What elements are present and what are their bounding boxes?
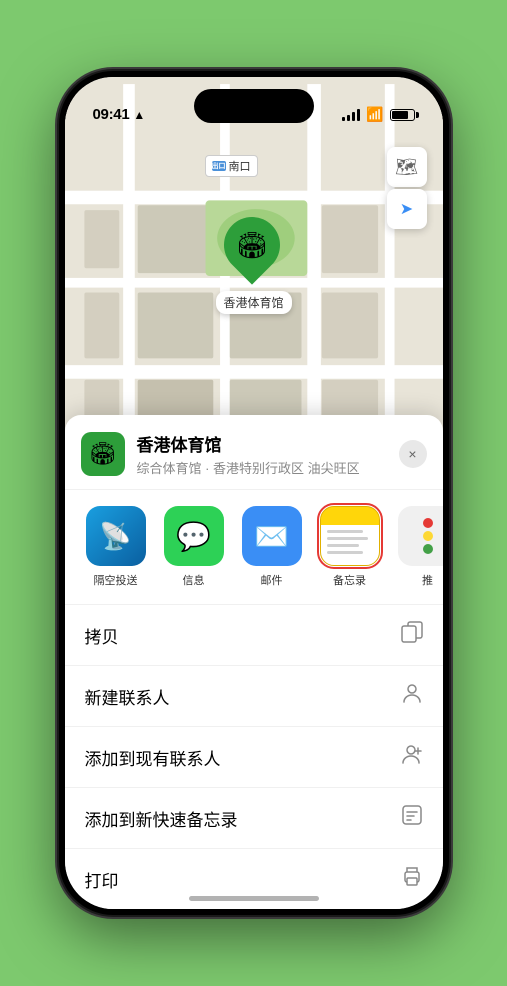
phone-screen: 09:41 ▲ 📶 — [65, 77, 443, 909]
location-pin: 🏟 香港体育馆 — [215, 217, 291, 314]
mail-icon: ✉️ — [254, 520, 289, 553]
venue-header: 🏟 香港体育馆 综合体育馆 · 香港特别行政区 油尖旺区 × — [65, 415, 443, 490]
new-contact-label: 新建联系人 — [85, 684, 170, 709]
location-icon: ▲ — [133, 108, 145, 122]
more-dots — [423, 518, 433, 554]
status-time: 09:41 — [93, 106, 130, 123]
dynamic-island — [194, 89, 314, 123]
notes-line-1 — [327, 530, 364, 533]
airdrop-label: 隔空投送 — [94, 572, 138, 588]
signal-bar-4 — [357, 109, 360, 121]
notes-yellow-header — [321, 507, 379, 525]
map-label-icon: 出口 — [212, 161, 226, 171]
action-add-notes[interactable]: 添加到新快速备忘录 — [65, 788, 443, 849]
venue-name: 香港体育馆 — [137, 431, 399, 456]
airdrop-icon: 📡 — [99, 521, 131, 552]
action-add-existing[interactable]: 添加到现有联系人 — [65, 727, 443, 788]
map-type-button[interactable]: 🗺 — [387, 147, 427, 187]
phone-frame: 09:41 ▲ 📶 — [59, 71, 449, 915]
venue-description: 综合体育馆 · 香港特别行政区 油尖旺区 — [137, 458, 399, 477]
venue-info: 香港体育馆 综合体育馆 · 香港特别行政区 油尖旺区 — [137, 431, 399, 477]
share-row: 📡 隔空投送 💬 信息 ✉️ 邮件 — [65, 490, 443, 605]
signal-bars — [342, 109, 360, 121]
map-controls: 🗺 ➤ — [387, 147, 427, 229]
action-copy[interactable]: 拷贝 — [65, 605, 443, 666]
action-new-contact[interactable]: 新建联系人 — [65, 666, 443, 727]
share-item-mail[interactable]: ✉️ 邮件 — [237, 506, 307, 588]
print-icon — [401, 865, 423, 893]
messages-icon-bg: 💬 — [164, 506, 224, 566]
signal-bar-1 — [342, 117, 345, 121]
notes-lines-container — [321, 525, 379, 559]
more-label: 推 — [422, 572, 433, 588]
messages-label: 信息 — [183, 572, 205, 588]
print-label: 打印 — [85, 867, 119, 892]
signal-bar-3 — [352, 112, 355, 121]
battery-fill — [392, 111, 409, 119]
venue-icon: 🏟 — [81, 432, 125, 476]
notes-icon-bg — [320, 506, 380, 566]
share-item-messages[interactable]: 💬 信息 — [159, 506, 229, 588]
notes-line-3 — [327, 544, 359, 547]
copy-icon — [401, 621, 423, 649]
pin-shape: 🏟 — [212, 205, 291, 284]
mail-icon-bg: ✉️ — [242, 506, 302, 566]
close-icon: × — [408, 446, 416, 462]
notes-line-4 — [327, 551, 364, 554]
my-location-icon: ➤ — [400, 199, 413, 219]
notes-line-2 — [327, 537, 368, 540]
venue-emoji: 🏟 — [89, 441, 117, 467]
signal-bar-2 — [347, 115, 350, 121]
dot-yellow — [423, 531, 433, 541]
wifi-icon: 📶 — [366, 106, 383, 123]
home-indicator — [189, 896, 319, 901]
map-type-icon: 🗺 — [395, 157, 418, 178]
close-button[interactable]: × — [399, 440, 427, 468]
add-existing-label: 添加到现有联系人 — [85, 745, 221, 770]
notes-label: 备忘录 — [333, 572, 366, 588]
airdrop-icon-bg: 📡 — [86, 506, 146, 566]
share-item-more[interactable]: 推 — [393, 506, 443, 588]
location-button[interactable]: ➤ — [387, 189, 427, 229]
dot-red — [423, 518, 433, 528]
share-item-notes[interactable]: 备忘录 — [315, 506, 385, 588]
battery-icon — [390, 109, 415, 121]
dot-green — [423, 544, 433, 554]
status-icons: 📶 — [342, 106, 414, 123]
map-label: 出口 南口 — [205, 155, 258, 177]
mail-label: 邮件 — [261, 572, 283, 588]
add-existing-icon — [401, 743, 423, 771]
map-label-text: 南口 — [229, 158, 251, 174]
bottom-sheet: 🏟 香港体育馆 综合体育馆 · 香港特别行政区 油尖旺区 × 📡 隔空投送 — [65, 415, 443, 909]
pin-label: 香港体育馆 — [215, 291, 291, 314]
more-icon-bg — [398, 506, 443, 566]
add-notes-label: 添加到新快速备忘录 — [85, 806, 238, 831]
share-item-airdrop[interactable]: 📡 隔空投送 — [81, 506, 151, 588]
messages-icon: 💬 — [176, 520, 211, 553]
copy-label: 拷贝 — [85, 623, 119, 648]
add-notes-icon — [401, 804, 423, 832]
pin-emoji: 🏟 — [235, 230, 268, 261]
new-contact-icon — [401, 682, 423, 710]
